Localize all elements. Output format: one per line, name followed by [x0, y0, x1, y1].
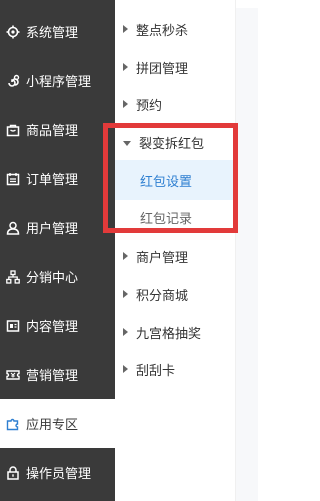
- sidebar-item-label: 操作员管理: [26, 467, 92, 482]
- submenu-item-label: 裂变拆红包: [139, 136, 205, 152]
- sidebar-item-label: 订单管理: [26, 173, 79, 188]
- sidebar-item-mini-program[interactable]: 小程序管理: [0, 56, 115, 105]
- submenu-item-label: 九宫格抽奖: [136, 326, 202, 342]
- submenu-item-lottery-grid[interactable]: 九宫格抽奖: [115, 317, 235, 347]
- gear-icon: [6, 25, 20, 39]
- caret-right-icon: [123, 25, 128, 33]
- submenu-item-label: 整点秒杀: [136, 23, 189, 39]
- user-icon: [6, 221, 20, 235]
- sidebar-item-label: 商品管理: [26, 124, 79, 139]
- sidebar-item-system[interactable]: 系统管理: [0, 7, 115, 56]
- org-chart-icon: [6, 269, 20, 284]
- submenu-item-booking[interactable]: 预约: [115, 89, 235, 119]
- sidebar-item-label: 小程序管理: [26, 75, 92, 90]
- sidebar-item-label: 分销中心: [26, 271, 79, 286]
- sidebar-item-label: 营销管理: [26, 369, 79, 384]
- sidebar-item-distribution[interactable]: 分销中心: [0, 252, 115, 301]
- submenu-item-red-packet[interactable]: 裂变拆红包: [115, 127, 235, 157]
- sidebar-item-label: 系统管理: [26, 26, 79, 41]
- sidebar-item-marketing[interactable]: 营销管理: [0, 350, 115, 399]
- submenu-child-label: 红包设置: [140, 174, 193, 190]
- sidebar-item-operators[interactable]: 操作员管理: [0, 448, 115, 497]
- sidebar-item-label: 应用专区: [26, 418, 79, 433]
- submenu-child-red-packet-records[interactable]: 红包记录: [115, 197, 235, 237]
- puzzle-icon: [6, 417, 20, 431]
- caret-right-icon: [123, 63, 128, 71]
- content-icon: [6, 319, 20, 333]
- content-area: [236, 0, 258, 501]
- sub-menu: 整点秒杀 拼团管理 预约 裂变拆红包 红包设置 红包记录 商户管理 积分商城 九…: [115, 0, 236, 501]
- submenu-item-label: 积分商城: [136, 288, 189, 304]
- submenu-child-label: 红包记录: [140, 211, 193, 227]
- caret-right-icon: [123, 290, 128, 298]
- sidebar-item-apps[interactable]: 应用专区: [0, 399, 115, 448]
- sidebar-item-users[interactable]: 用户管理: [0, 203, 115, 252]
- caret-right-icon: [123, 252, 128, 260]
- caret-right-icon: [123, 100, 128, 108]
- submenu-item-label: 刮刮卡: [136, 363, 176, 379]
- sidebar-item-orders[interactable]: 订单管理: [0, 154, 115, 203]
- content-top-bar: [236, 0, 258, 8]
- submenu-item-flash-sale[interactable]: 整点秒杀: [115, 14, 235, 44]
- caret-right-icon: [123, 328, 128, 336]
- calendar-icon: [6, 172, 20, 186]
- sidebar-item-label: 内容管理: [26, 320, 79, 335]
- submenu-child-red-packet-settings[interactable]: 红包设置: [115, 160, 235, 200]
- submenu-item-label: 拼团管理: [136, 61, 189, 77]
- sidebar-item-goods[interactable]: 商品管理: [0, 105, 115, 154]
- submenu-item-label: 商户管理: [136, 250, 189, 266]
- ticket-icon: [6, 368, 20, 382]
- lock-icon: [6, 465, 20, 480]
- submenu-item-points-mall[interactable]: 积分商城: [115, 279, 235, 309]
- submenu-item-merchants[interactable]: 商户管理: [115, 241, 235, 271]
- caret-down-icon: [123, 140, 131, 146]
- bag-icon: [6, 123, 20, 137]
- submenu-item-label: 预约: [136, 98, 163, 114]
- submenu-item-scratch-card[interactable]: 刮刮卡: [115, 354, 235, 384]
- main-sidebar: 系统管理 小程序管理 商品管理 订单管理 用户管理 分销中心 内容管理 营销管理…: [0, 0, 115, 501]
- sidebar-item-content[interactable]: 内容管理: [0, 301, 115, 350]
- submenu-item-group-buy[interactable]: 拼团管理: [115, 52, 235, 82]
- caret-right-icon: [123, 365, 128, 373]
- mini-program-icon: [6, 74, 20, 88]
- sidebar-item-label: 用户管理: [26, 222, 79, 237]
